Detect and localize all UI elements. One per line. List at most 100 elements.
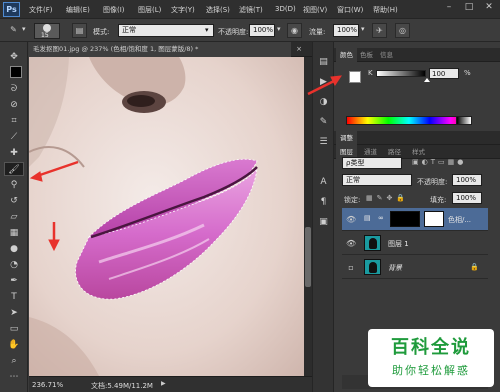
menu-select[interactable]: 选择(S) [206, 5, 230, 15]
watermark-slogan: 助你轻松解惑 [392, 364, 470, 377]
mode-label: 模式: [93, 28, 110, 36]
maximize-button[interactable]: □ [460, 1, 478, 15]
image-canvas[interactable] [29, 57, 304, 376]
path-select-tool-icon[interactable]: ➤ [4, 306, 24, 320]
menu-layer[interactable]: 图层(L) [138, 5, 161, 15]
close-window-button[interactable]: ✕ [480, 1, 498, 15]
mode-select[interactable]: 正常 [118, 24, 214, 37]
adjustments-panel-tabs: 调整 [334, 131, 500, 145]
paragraph-icon[interactable]: ¶ [316, 196, 331, 209]
close-tab-icon[interactable]: × [293, 43, 305, 55]
hand-tool-icon[interactable]: ✋ [4, 338, 24, 352]
black-white-ramp[interactable] [456, 116, 472, 125]
quick-select-tool-icon[interactable]: ⊘ [4, 98, 24, 112]
scrollbar-thumb[interactable] [305, 227, 311, 287]
clone-stamp-tool-icon[interactable]: ⚲ [4, 178, 24, 192]
document-tab[interactable]: 毛发抠图01.jpg @ 237% (色相/饱和度 1, 图层蒙版/8) * [29, 42, 291, 57]
brush-size-picker[interactable]: 15 [34, 23, 60, 39]
menu-image[interactable]: 图像(I) [103, 5, 125, 15]
pen-tool-icon[interactable]: ✒ [4, 274, 24, 288]
gradient-tool-icon[interactable]: ▦ [4, 226, 24, 240]
color-spectrum-bar[interactable] [346, 116, 472, 125]
flow-slider-icon[interactable]: ▾ [361, 25, 365, 33]
menu-type[interactable]: 文字(Y) [171, 5, 195, 15]
history-brush-tool-icon[interactable]: ↺ [4, 194, 24, 208]
chevron-down-icon[interactable]: ▾ [22, 25, 26, 33]
vertical-scrollbar[interactable] [304, 57, 312, 376]
lock-icon: 🔒 [470, 263, 479, 271]
character-icon[interactable]: A [316, 176, 331, 189]
layer-name[interactable]: 图层 1 [388, 239, 409, 249]
visibility-eye-icon[interactable]: ▫ [346, 263, 356, 273]
menu-view[interactable]: 视图(V) [303, 5, 327, 15]
fill-field[interactable]: 100% [452, 192, 482, 204]
layer-name[interactable]: 背景 [388, 263, 402, 273]
link-icon[interactable]: ∞ [378, 214, 386, 224]
tab-color[interactable]: 颜色 [336, 48, 357, 62]
blend-mode-select[interactable]: 正常 [342, 174, 412, 186]
tab-info[interactable]: 信息 [376, 48, 397, 62]
shape-tool-icon[interactable]: ▭ [4, 322, 24, 336]
status-menu-icon[interactable]: ▶ [161, 380, 169, 390]
background-color-swatch[interactable] [349, 71, 361, 83]
airbrush-icon[interactable]: ✈ [372, 23, 387, 38]
minimize-button[interactable]: – [440, 1, 458, 15]
layer-row-layer1[interactable]: 👁 图层 1 [342, 232, 488, 255]
flow-label: 流量: [309, 28, 326, 36]
eraser-tool-icon[interactable]: ▱ [4, 210, 24, 224]
dodge-tool-icon[interactable]: ◔ [4, 258, 24, 272]
layer-filter-icons[interactable]: ▣◐T▭▦● [412, 158, 488, 168]
foreground-color-swatch[interactable] [10, 66, 22, 78]
flow-field[interactable]: 100% [333, 24, 359, 37]
tab-swatches[interactable]: 色板 [356, 48, 377, 62]
menu-edit[interactable]: 编辑(E) [66, 5, 90, 15]
type-tool-icon[interactable]: T [4, 290, 24, 304]
pressure-size-icon[interactable]: ◎ [395, 23, 410, 38]
menu-filter[interactable]: 滤镜(T) [239, 5, 263, 15]
menu-help[interactable]: 帮助(H) [373, 5, 398, 15]
channel-k-label: K [368, 69, 373, 77]
eyedropper-tool-icon[interactable]: ⟋ [4, 130, 24, 144]
menu-3d[interactable]: 3D(D) [275, 5, 296, 13]
k-value-field[interactable]: 100 [429, 68, 459, 79]
tab-adjustments[interactable]: 调整 [336, 131, 357, 145]
zoom-level[interactable]: 236.71% [32, 381, 63, 389]
adjustments-icon[interactable]: ◑ [316, 96, 331, 109]
move-tool-icon[interactable]: ✥ [4, 50, 24, 64]
blur-tool-icon[interactable]: ● [4, 242, 24, 256]
crop-tool-icon[interactable]: ⌗ [4, 114, 24, 128]
toolbar: ✥⬚ᘐ⊘⌗⟋✚🖌⚲↺▱▦●◔✒T➤▭✋⌕⋯ [0, 42, 28, 392]
layer-row-hue-saturation[interactable]: 👁 ▤ ∞ 色相/... [342, 208, 488, 231]
tab-styles[interactable]: 样式 [408, 145, 429, 159]
more-tools-icon[interactable]: ⋯ [4, 370, 24, 384]
layer-filter-select[interactable]: ρ类型 [342, 157, 402, 169]
lasso-tool-icon[interactable]: ᘐ [4, 82, 24, 96]
menu-window[interactable]: 窗口(W) [337, 5, 363, 15]
play-icon[interactable]: ▶ [316, 76, 331, 89]
brush-preset-icon[interactable]: ✎ [316, 116, 331, 129]
cube-icon[interactable]: ▣ [316, 216, 331, 229]
layer-name[interactable]: 色相/... [448, 215, 471, 225]
brush-panel-toggle-icon[interactable]: ▤ [72, 23, 87, 38]
pressure-opacity-icon[interactable]: ◉ [287, 23, 302, 38]
menu-file[interactable]: 文件(F) [29, 5, 53, 15]
sliders-icon[interactable]: ☰ [316, 136, 331, 149]
healing-brush-tool-icon[interactable]: ✚ [4, 146, 24, 160]
visibility-eye-icon[interactable]: 👁 [346, 215, 356, 225]
history-icon[interactable]: ▤ [316, 56, 331, 69]
opacity-field[interactable]: 100% [249, 24, 275, 37]
brush-preset-icon[interactable]: ✎ [6, 23, 21, 38]
k-slider[interactable] [376, 70, 426, 77]
visibility-eye-icon[interactable]: 👁 [346, 239, 356, 249]
layer-thumbnail [364, 235, 381, 251]
opacity-slider-icon[interactable]: ▾ [277, 25, 281, 33]
brush-tool-icon[interactable]: 🖌 [4, 162, 24, 176]
zoom-tool-icon[interactable]: ⌕ [4, 354, 24, 368]
document-tab-bar: 毛发抠图01.jpg @ 237% (色相/饱和度 1, 图层蒙版/8) * × [29, 42, 312, 57]
layer-mask-thumbnail[interactable] [424, 211, 444, 227]
layer-row-background[interactable]: ▫ 背景 🔒 [342, 256, 488, 279]
fill-label: 填充: [430, 196, 447, 204]
lock-options-icons[interactable]: ▦✎✥🔒 [366, 194, 412, 204]
mode-dropdown-icon[interactable]: ▾ [205, 26, 209, 34]
layer-opacity-field[interactable]: 100% [452, 174, 482, 186]
